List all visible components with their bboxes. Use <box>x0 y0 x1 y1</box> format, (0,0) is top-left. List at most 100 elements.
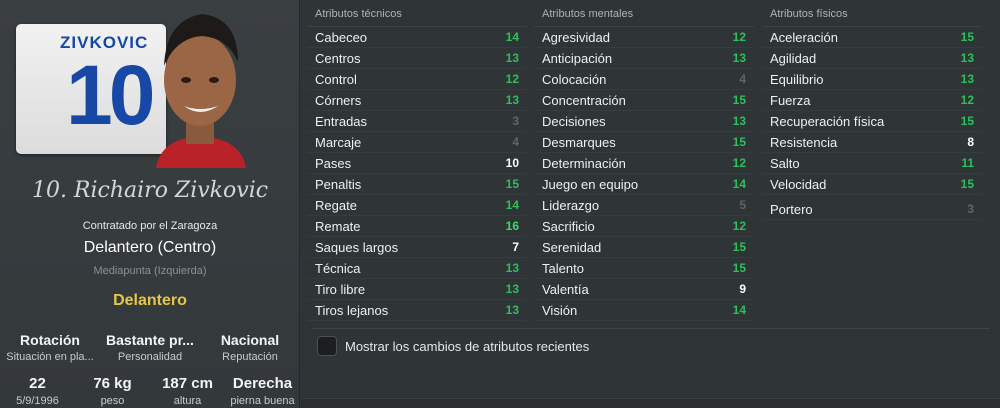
attribute-row[interactable]: Liderazgo 5 <box>534 195 754 216</box>
attribute-name: Valentía <box>542 281 589 297</box>
attribute-value: 13 <box>732 51 746 65</box>
attribute-row[interactable]: Serenidad 15 <box>534 237 754 258</box>
attribute-name: Regate <box>315 197 357 213</box>
show-changes-checkbox[interactable] <box>317 336 337 356</box>
attribute-row[interactable]: Agilidad 13 <box>762 48 982 69</box>
show-changes-label: Mostrar los cambios de atributos recient… <box>345 338 590 354</box>
attribute-value: 12 <box>732 219 746 233</box>
attribute-name: Desmarques <box>542 134 616 150</box>
attribute-row[interactable]: Anticipación 13 <box>534 48 754 69</box>
squad-status-label: Situación en pla... <box>6 351 94 363</box>
attribute-row[interactable]: Tiro libre 13 <box>307 279 527 300</box>
reputation-value: Nacional <box>220 332 280 348</box>
attribute-value: 14 <box>732 177 746 191</box>
attribute-row[interactable]: Remate 16 <box>307 216 527 237</box>
attribute-row[interactable]: Control 12 <box>307 69 527 90</box>
attribute-row[interactable]: Centros 13 <box>307 48 527 69</box>
attribute-name: Velocidad <box>770 176 827 192</box>
age-value: 22 <box>29 375 46 392</box>
secondary-position: Mediapunta (Izquierda) <box>93 265 207 277</box>
attribute-name: Talento <box>542 260 584 276</box>
contract-info: Contratado por el Zaragoza <box>82 220 218 232</box>
attribute-value: 12 <box>732 30 746 44</box>
attribute-name: Determinación <box>542 155 626 171</box>
attribute-name: Pases <box>315 155 352 171</box>
attribute-row[interactable]: Colocación 4 <box>534 69 754 90</box>
attribute-value: 13 <box>505 282 519 296</box>
squad-status-value: Rotación <box>20 332 80 348</box>
attribute-row[interactable]: Técnica 13 <box>307 258 527 279</box>
attribute-row[interactable]: Saques largos 7 <box>307 237 527 258</box>
attribute-name: Decisiones <box>542 113 606 129</box>
divider <box>311 328 990 329</box>
attribute-row[interactable]: Aceleración 15 <box>762 27 982 48</box>
physical-header: Atributos físicos <box>770 8 848 20</box>
attribute-row[interactable]: Tiros lejanos 13 <box>307 300 527 321</box>
personality[interactable]: Bastante pr... Personalidad <box>105 332 195 363</box>
attribute-row[interactable]: Sacrificio 12 <box>534 216 754 237</box>
player-info-row: Rotación Situación en pla... Bastante pr… <box>0 332 300 363</box>
attribute-row[interactable]: Velocidad 15 <box>762 174 982 195</box>
attribute-name: Tiro libre <box>315 281 366 297</box>
attribute-name: Visión <box>542 302 578 318</box>
attribute-row-goalkeeper[interactable]: Portero 3 <box>762 199 982 220</box>
attribute-row[interactable]: Agresividad 12 <box>534 27 754 48</box>
personality-label: Personalidad <box>117 351 183 363</box>
preferred-foot: Derecha pierna buena <box>228 375 298 407</box>
attribute-row[interactable]: Penaltis 15 <box>307 174 527 195</box>
attribute-value: 13 <box>505 303 519 317</box>
attribute-name: Salto <box>770 155 800 171</box>
attribute-row[interactable]: Equilibrio 13 <box>762 69 982 90</box>
physical-attributes: Atributos físicos Aceleración 15 Agilidad 1… <box>762 8 982 220</box>
attribute-value: 13 <box>732 114 746 128</box>
attribute-row[interactable]: Pases 10 <box>307 153 527 174</box>
mental-attributes: Atributos mentales Agresividad 12 Anticipa… <box>534 8 754 321</box>
attribute-value: 5 <box>739 198 746 212</box>
attribute-row[interactable]: Resistencia 8 <box>762 132 982 153</box>
height: 187 cm altura <box>153 375 223 407</box>
attribute-value: 13 <box>960 51 974 65</box>
attribute-row[interactable]: Córners 13 <box>307 90 527 111</box>
mental-list: Agresividad 12 Anticipación 13 Colocación 4 Co… <box>534 26 754 321</box>
attribute-name: Penaltis <box>315 176 362 192</box>
player-name: 10. Richairo Zivkovic <box>31 178 269 203</box>
attribute-row[interactable]: Concentración 15 <box>534 90 754 111</box>
attribute-row[interactable]: Visión 14 <box>534 300 754 321</box>
player-role[interactable]: Delantero <box>0 292 300 310</box>
attribute-value: 8 <box>967 135 974 149</box>
attribute-name: Equilibrio <box>770 71 824 87</box>
attribute-row[interactable]: Salto 11 <box>762 153 982 174</box>
attribute-value: 14 <box>505 30 519 44</box>
attribute-row[interactable]: Recuperación física 15 <box>762 111 982 132</box>
attribute-value: 15 <box>505 177 519 191</box>
age: 22 5/9/1996 <box>3 375 73 407</box>
attribute-row[interactable]: Cabeceo 14 <box>307 27 527 48</box>
attribute-row[interactable]: Desmarques 15 <box>534 132 754 153</box>
height-value: 187 cm <box>162 375 213 392</box>
attribute-value: 14 <box>732 303 746 317</box>
physical-list: Aceleración 15 Agilidad 13 Equilibrio 13 Fuerz… <box>762 26 982 195</box>
attribute-value: 13 <box>505 261 519 275</box>
attribute-row[interactable]: Determinación 12 <box>534 153 754 174</box>
attribute-value: 14 <box>505 198 519 212</box>
reputation[interactable]: Nacional Reputación <box>205 332 295 363</box>
attribute-value: 13 <box>505 51 519 65</box>
attribute-value: 7 <box>512 240 519 254</box>
bottom-bar <box>301 398 1000 408</box>
player-profile-panel: ZIVKOVIC 10 10. Richairo Zivkovic Contra… <box>0 0 300 408</box>
attribute-row[interactable]: Regate 14 <box>307 195 527 216</box>
attribute-name: Saques largos <box>315 239 399 255</box>
attribute-row[interactable]: Decisiones 13 <box>534 111 754 132</box>
attribute-row[interactable]: Juego en equipo 14 <box>534 174 754 195</box>
attribute-row[interactable]: Fuerza 12 <box>762 90 982 111</box>
attribute-name: Sacrificio <box>542 218 595 234</box>
attribute-row[interactable]: Valentía 9 <box>534 279 754 300</box>
attribute-row[interactable]: Talento 15 <box>534 258 754 279</box>
attribute-row[interactable]: Entradas 3 <box>307 111 527 132</box>
attribute-name: Aceleración <box>770 29 838 45</box>
attribute-row[interactable]: Marcaje 4 <box>307 132 527 153</box>
attribute-name: Marcaje <box>315 134 362 150</box>
attribute-value: 15 <box>732 135 746 149</box>
squad-status[interactable]: Rotación Situación en pla... <box>5 332 95 363</box>
show-changes-option[interactable]: Mostrar los cambios de atributos recient… <box>317 336 589 356</box>
